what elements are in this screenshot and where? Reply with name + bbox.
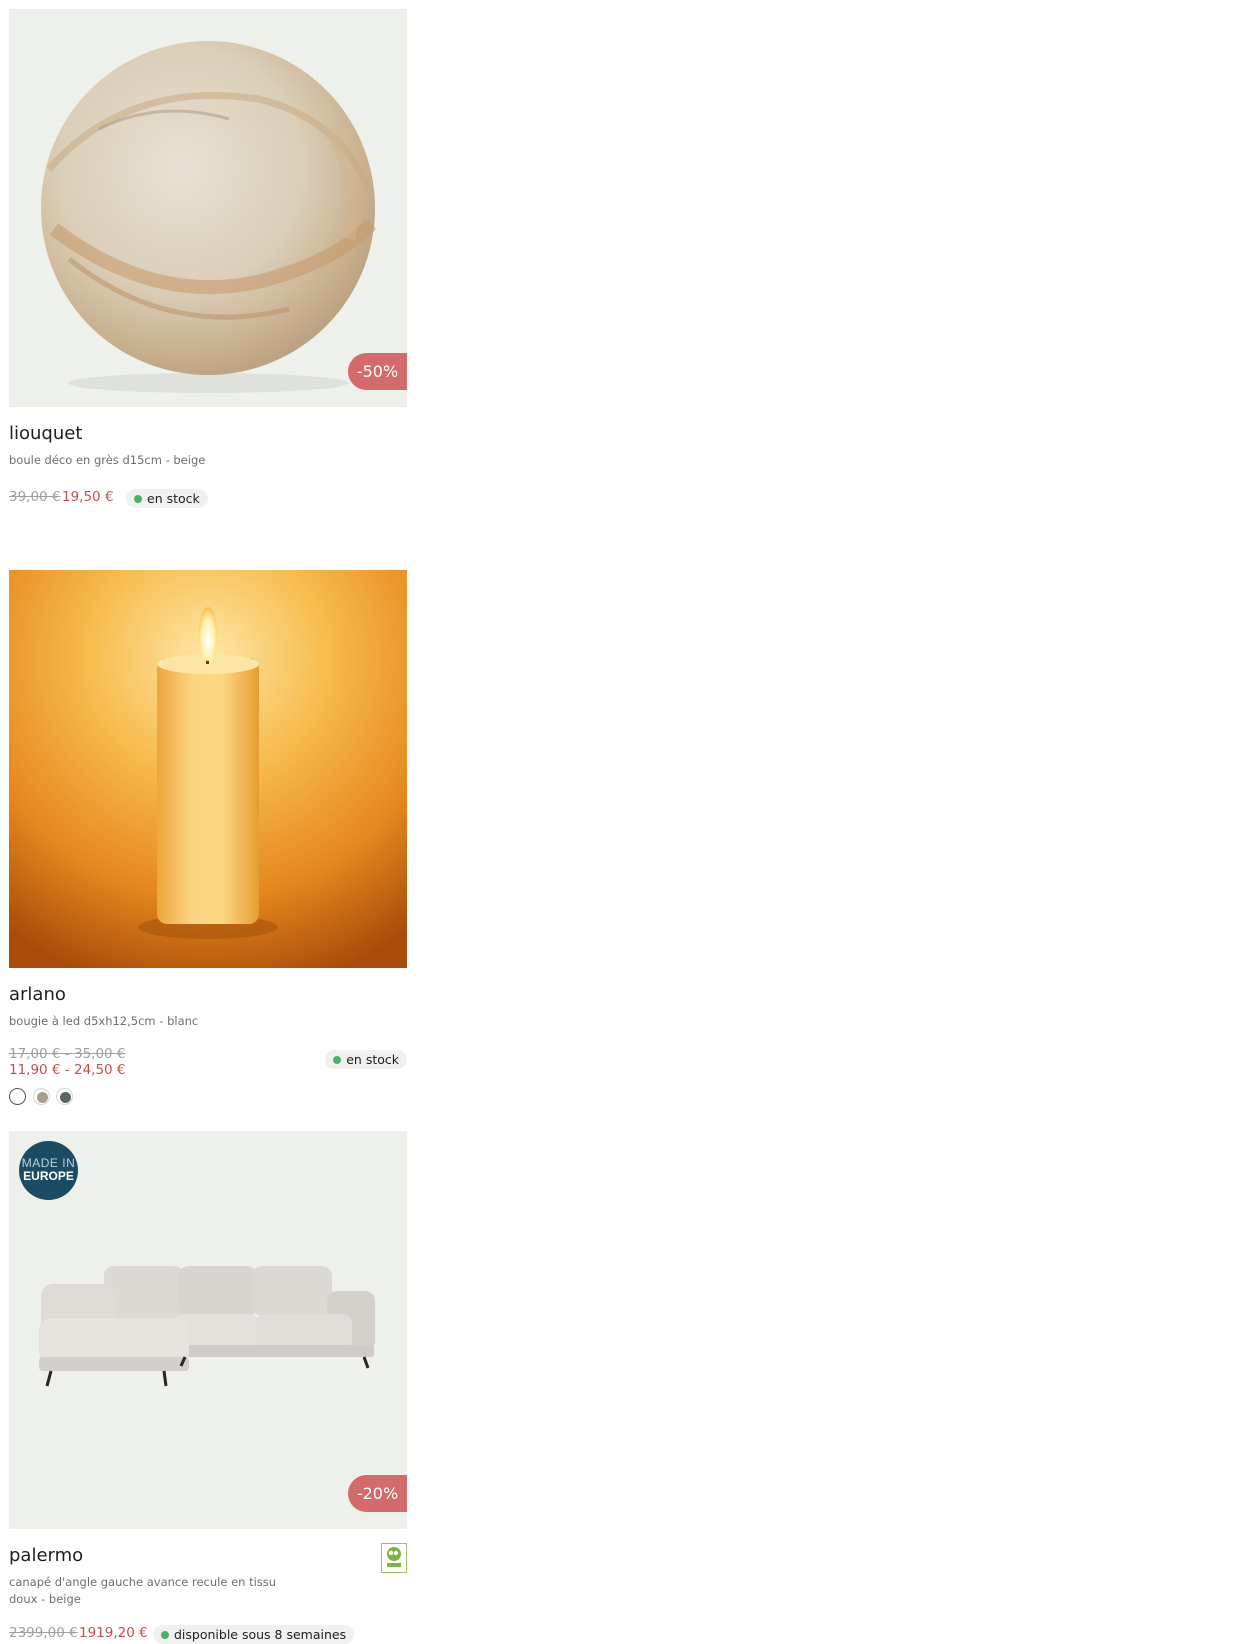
old-price: 2399,00 € bbox=[9, 1625, 78, 1641]
stock-status-dot-icon bbox=[134, 495, 142, 503]
old-price: 39,00 € bbox=[9, 489, 61, 505]
product-card[interactable]: arlano bougie à led d5xh12,5cm - blanc 1… bbox=[9, 570, 407, 1078]
color-swatch-taupe[interactable] bbox=[33, 1088, 50, 1105]
pefc-logo-icon bbox=[387, 1547, 401, 1567]
made-in-europe-badge: MADE IN EUROPE bbox=[19, 1141, 78, 1200]
color-swatch-vert[interactable] bbox=[56, 1088, 73, 1105]
pefc-certification-icon bbox=[381, 1543, 407, 1573]
stock-badge: en stock bbox=[325, 1050, 407, 1069]
product-description: canapé d'angle gauche avance recule en t… bbox=[9, 1575, 277, 1606]
sale-price: 19,50 € bbox=[62, 489, 114, 505]
product-card[interactable]: MADE IN EUROPE -20% palermo canapé d'ang… bbox=[9, 1131, 407, 1644]
product-image[interactable]: -50% bbox=[9, 9, 407, 407]
stock-badge: disponible sous 8 semaines bbox=[153, 1625, 355, 1644]
stock-label: en stock bbox=[147, 491, 200, 506]
product-name[interactable]: arlano bbox=[9, 984, 66, 1005]
product-name[interactable]: liouquet bbox=[9, 423, 82, 444]
discount-badge: -20% bbox=[348, 1475, 407, 1512]
stock-status-dot-icon bbox=[161, 1631, 169, 1639]
product-image[interactable] bbox=[9, 570, 407, 968]
sale-price: 1919,20 € bbox=[79, 1625, 148, 1641]
product-description: bougie à led d5xh12,5cm - blanc bbox=[9, 1014, 199, 1028]
old-price: 17,00 € - 35,00 € bbox=[9, 1046, 126, 1062]
product-description: boule déco en grès d15cm - beige bbox=[9, 453, 206, 467]
stock-label: disponible sous 8 semaines bbox=[174, 1627, 347, 1642]
product-name[interactable]: palermo bbox=[9, 1545, 83, 1566]
led-candle-image bbox=[9, 570, 407, 968]
stock-label: en stock bbox=[346, 1052, 399, 1067]
sale-price: 11,90 € - 24,50 € bbox=[9, 1062, 126, 1078]
product-card[interactable]: -50% liouquet boule déco en grès d15cm -… bbox=[9, 9, 407, 508]
color-swatch-blanc[interactable] bbox=[9, 1088, 26, 1105]
stock-status-dot-icon bbox=[333, 1056, 342, 1064]
stock-badge: en stock bbox=[126, 489, 208, 508]
sandstone-sphere-image bbox=[9, 9, 407, 407]
europe-label: EUROPE bbox=[23, 1169, 74, 1183]
product-image[interactable]: MADE IN EUROPE -20% bbox=[9, 1131, 407, 1529]
discount-badge: -50% bbox=[348, 353, 407, 390]
